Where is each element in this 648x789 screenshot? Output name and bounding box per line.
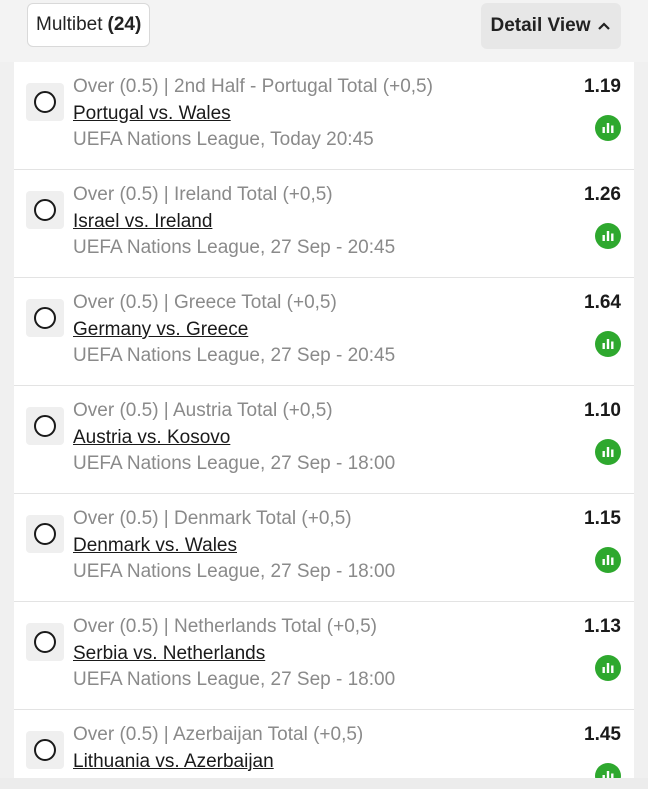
- odds-value: 1.26: [584, 184, 621, 205]
- stats-chart-icon[interactable]: [595, 331, 621, 357]
- radio-circle-icon: [34, 91, 56, 113]
- stats-chart-icon[interactable]: [595, 655, 621, 681]
- odds-value: 1.19: [584, 76, 621, 97]
- market-text: Over (0.5) | Ireland Total (+0,5): [73, 184, 333, 205]
- radio-circle-icon: [34, 523, 56, 545]
- multibet-tab[interactable]: Multibet (24): [27, 3, 151, 47]
- stats-chart-icon[interactable]: [595, 223, 621, 249]
- bet-list: Over (0.5) | 2nd Half - Portugal Total (…: [14, 62, 634, 789]
- market-text: Over (0.5) | 2nd Half - Portugal Total (…: [73, 76, 433, 97]
- match-link[interactable]: Serbia vs. Netherlands: [73, 643, 265, 665]
- market-text: Over (0.5) | Austria Total (+0,5): [73, 400, 333, 421]
- league-datetime: UEFA Nations League, Today 20:45: [73, 129, 374, 150]
- chevron-up-icon: [597, 21, 611, 31]
- multibet-count: (24): [107, 14, 142, 35]
- select-radio[interactable]: [26, 407, 64, 445]
- market-text: Over (0.5) | Denmark Total (+0,5): [73, 508, 352, 529]
- bet-row: Over (0.5) | Ireland Total (+0,5) Israel…: [14, 170, 634, 278]
- multibet-label: Multibet: [36, 14, 103, 35]
- header-bar: Multibet (24) Detail View: [0, 0, 648, 62]
- league-datetime: UEFA Nations League, 27 Sep - 20:45: [73, 237, 396, 258]
- radio-circle-icon: [34, 415, 56, 437]
- select-radio[interactable]: [26, 299, 64, 337]
- bet-row: Over (0.5) | Netherlands Total (+0,5) Se…: [14, 602, 634, 710]
- bet-row: Over (0.5) | Austria Total (+0,5) Austri…: [14, 386, 634, 494]
- radio-circle-icon: [34, 307, 56, 329]
- odds-value: 1.10: [584, 400, 621, 421]
- select-radio[interactable]: [26, 83, 64, 121]
- select-radio[interactable]: [26, 515, 64, 553]
- bet-row: Over (0.5) | Denmark Total (+0,5) Denmar…: [14, 494, 634, 602]
- match-link[interactable]: Portugal vs. Wales: [73, 103, 231, 125]
- league-datetime: UEFA Nations League, 27 Sep - 18:00: [73, 561, 396, 582]
- match-link[interactable]: Israel vs. Ireland: [73, 211, 212, 233]
- market-text: Over (0.5) | Azerbaijan Total (+0,5): [73, 724, 364, 745]
- stats-chart-icon[interactable]: [595, 115, 621, 141]
- stats-chart-icon[interactable]: [595, 547, 621, 573]
- match-link[interactable]: Lithuania vs. Azerbaijan: [73, 751, 274, 773]
- select-radio[interactable]: [26, 731, 64, 769]
- detail-view-button[interactable]: Detail View: [481, 3, 621, 49]
- odds-value: 1.15: [584, 508, 621, 529]
- select-radio[interactable]: [26, 623, 64, 661]
- bottom-strip: [0, 778, 648, 789]
- league-datetime: UEFA Nations League, 27 Sep - 20:45: [73, 345, 396, 366]
- league-datetime: UEFA Nations League, 27 Sep - 18:00: [73, 669, 396, 690]
- bet-row: Over (0.5) | Greece Total (+0,5) Germany…: [14, 278, 634, 386]
- league-datetime: UEFA Nations League, 27 Sep - 18:00: [73, 453, 396, 474]
- match-link[interactable]: Austria vs. Kosovo: [73, 427, 230, 449]
- radio-circle-icon: [34, 631, 56, 653]
- detail-view-label: Detail View: [490, 15, 591, 36]
- select-radio[interactable]: [26, 191, 64, 229]
- market-text: Over (0.5) | Netherlands Total (+0,5): [73, 616, 377, 637]
- odds-value: 1.64: [584, 292, 621, 313]
- stats-chart-icon[interactable]: [595, 439, 621, 465]
- market-text: Over (0.5) | Greece Total (+0,5): [73, 292, 337, 313]
- bet-row: Over (0.5) | 2nd Half - Portugal Total (…: [14, 62, 634, 170]
- odds-value: 1.13: [584, 616, 621, 637]
- odds-value: 1.45: [584, 724, 621, 745]
- match-link[interactable]: Denmark vs. Wales: [73, 535, 237, 557]
- match-link[interactable]: Germany vs. Greece: [73, 319, 248, 341]
- radio-circle-icon: [34, 199, 56, 221]
- radio-circle-icon: [34, 739, 56, 761]
